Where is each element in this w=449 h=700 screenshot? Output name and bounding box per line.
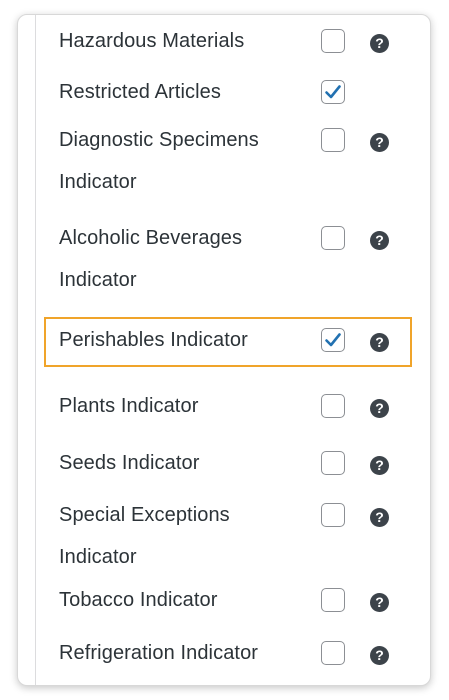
perishables-checkbox[interactable] <box>321 328 345 352</box>
restricted-articles-checkbox[interactable] <box>321 80 345 104</box>
shipping-options-panel: Hazardous Materials ? Restricted Article… <box>17 14 431 686</box>
checkmark-icon <box>325 333 341 347</box>
checkmark-icon <box>325 85 341 99</box>
special-exceptions-checkbox[interactable] <box>321 503 345 527</box>
option-label: Seeds Indicator <box>59 452 200 474</box>
hazardous-materials-checkbox[interactable] <box>321 29 345 53</box>
help-icon[interactable]: ? <box>370 333 389 352</box>
help-icon[interactable]: ? <box>370 34 389 53</box>
option-label: Special Exceptions Indicator <box>59 504 230 568</box>
help-icon[interactable]: ? <box>370 456 389 475</box>
help-icon[interactable]: ? <box>370 133 389 152</box>
option-label: Restricted Articles <box>59 81 221 103</box>
alcoholic-beverages-checkbox[interactable] <box>321 226 345 250</box>
help-icon[interactable]: ? <box>370 593 389 612</box>
help-icon[interactable]: ? <box>370 508 389 527</box>
option-label: Diagnostic Specimens Indicator <box>59 129 259 193</box>
tobacco-checkbox[interactable] <box>321 588 345 612</box>
diagnostic-specimens-checkbox[interactable] <box>321 128 345 152</box>
option-label: Perishables Indicator <box>59 329 248 351</box>
option-label: Refrigeration Indicator <box>59 642 259 664</box>
help-icon[interactable]: ? <box>370 399 389 418</box>
help-icon[interactable]: ? <box>370 646 389 665</box>
option-label: Alcoholic Beverages Indicator <box>59 227 243 291</box>
panel-divider <box>35 15 36 685</box>
help-icon[interactable]: ? <box>370 231 389 250</box>
option-label: Plants Indicator <box>59 395 199 417</box>
plants-checkbox[interactable] <box>321 394 345 418</box>
refrigeration-checkbox[interactable] <box>321 641 345 665</box>
option-label: Tobacco Indicator <box>59 589 218 611</box>
option-label: Hazardous Materials <box>59 30 245 52</box>
seeds-checkbox[interactable] <box>321 451 345 475</box>
